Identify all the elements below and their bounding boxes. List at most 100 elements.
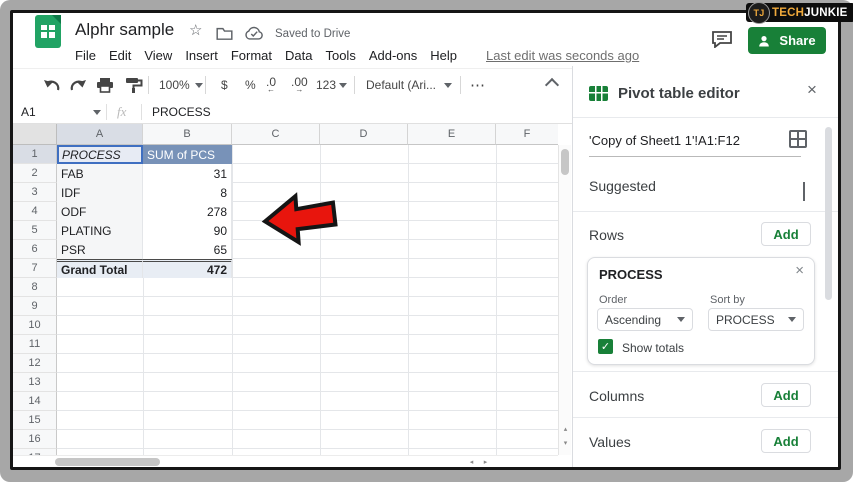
vertical-scrollbar-thumb[interactable] bbox=[561, 149, 569, 175]
row-header-5[interactable]: 5 bbox=[13, 221, 57, 240]
columns-add-button[interactable]: Add bbox=[761, 383, 811, 407]
formula-input[interactable]: PROCESS bbox=[152, 105, 211, 119]
google-sheets-icon[interactable] bbox=[35, 15, 61, 48]
panel-close-icon[interactable]: × bbox=[807, 80, 817, 100]
cell-B6[interactable]: 65 bbox=[143, 240, 232, 259]
panel-scrollbar-thumb[interactable] bbox=[825, 127, 832, 300]
cloud-saved-icon[interactable] bbox=[244, 26, 264, 41]
cell-A6[interactable]: PSR bbox=[57, 240, 143, 259]
cell-A1-selected[interactable]: PROCESS bbox=[57, 145, 143, 164]
sort-by-select[interactable]: PROCESS bbox=[708, 308, 804, 331]
row-header-1[interactable]: 1 bbox=[13, 145, 57, 164]
name-box[interactable]: A1 bbox=[21, 105, 36, 119]
cell-A2[interactable]: FAB bbox=[57, 164, 143, 183]
dropdown-arrow-icon bbox=[677, 317, 685, 322]
cell-A5[interactable]: PLATING bbox=[57, 221, 143, 240]
row-header-3[interactable]: 3 bbox=[13, 183, 57, 202]
row-header-15[interactable]: 15 bbox=[13, 411, 57, 430]
vertical-scrollbar[interactable]: ▴ ▾ bbox=[558, 145, 571, 455]
column-header-C[interactable]: C bbox=[232, 124, 320, 145]
select-range-icon[interactable] bbox=[789, 130, 807, 148]
suggested-section[interactable]: Suggested bbox=[589, 178, 656, 194]
row-header-8[interactable]: 8 bbox=[13, 278, 57, 297]
chevron-down-icon[interactable] bbox=[803, 182, 805, 200]
row-header-12[interactable]: 12 bbox=[13, 354, 57, 373]
row-header-4[interactable]: 4 bbox=[13, 202, 57, 221]
cell-B7-grand-total[interactable]: 472 bbox=[143, 259, 232, 278]
row-header-16[interactable]: 16 bbox=[13, 430, 57, 449]
cell-B4[interactable]: 278 bbox=[143, 202, 232, 221]
menu-insert[interactable]: Insert bbox=[185, 48, 218, 63]
redo-icon[interactable] bbox=[69, 69, 87, 101]
zoom-select[interactable]: 100% bbox=[159, 69, 203, 101]
share-label: Share bbox=[779, 33, 815, 48]
menu-format[interactable]: Format bbox=[231, 48, 272, 63]
cell-A3[interactable]: IDF bbox=[57, 183, 143, 202]
cell-B1[interactable]: SUM of PCS bbox=[143, 145, 232, 164]
row-header-2[interactable]: 2 bbox=[13, 164, 57, 183]
cell-B5[interactable]: 90 bbox=[143, 221, 232, 240]
percent-format-button[interactable]: % bbox=[245, 69, 256, 101]
row-header-10[interactable]: 10 bbox=[13, 316, 57, 335]
column-header-A[interactable]: A bbox=[57, 124, 143, 145]
order-select[interactable]: Ascending bbox=[597, 308, 693, 331]
values-add-button[interactable]: Add bbox=[761, 429, 811, 453]
dropdown-arrow-icon bbox=[339, 83, 347, 88]
horizontal-scrollbar-thumb[interactable] bbox=[55, 458, 160, 466]
menu-data[interactable]: Data bbox=[285, 48, 312, 63]
field-name: PROCESS bbox=[599, 267, 663, 282]
show-totals-checkbox[interactable]: ✓ bbox=[598, 339, 613, 354]
undo-icon[interactable] bbox=[43, 69, 61, 101]
remove-field-icon[interactable]: × bbox=[795, 262, 804, 279]
last-edit-link[interactable]: Last edit was seconds ago bbox=[486, 48, 639, 63]
scroll-right-icon[interactable]: ▸ bbox=[479, 457, 492, 467]
menu-edit[interactable]: Edit bbox=[109, 48, 131, 63]
increase-decimal-button[interactable]: .00→ bbox=[291, 69, 308, 101]
font-select[interactable]: Default (Ari... bbox=[366, 69, 452, 101]
menu-tools[interactable]: Tools bbox=[325, 48, 355, 63]
document-title[interactable]: Alphr sample bbox=[75, 20, 174, 40]
row-header-13[interactable]: 13 bbox=[13, 373, 57, 392]
data-range-input[interactable]: 'Copy of Sheet1 1'!A1:F12 bbox=[589, 133, 740, 148]
cell-A7-grand-total[interactable]: Grand Total bbox=[57, 259, 143, 278]
cell-B3[interactable]: 8 bbox=[143, 183, 232, 202]
scroll-up-icon[interactable]: ▴ bbox=[560, 423, 571, 435]
cell-A4[interactable]: ODF bbox=[57, 202, 143, 221]
menu-file[interactable]: File bbox=[75, 48, 96, 63]
order-value: Ascending bbox=[605, 313, 661, 327]
row-header-11[interactable]: 11 bbox=[13, 335, 57, 354]
select-all-corner[interactable] bbox=[13, 124, 57, 145]
grid-line bbox=[408, 145, 409, 455]
cell-B2[interactable]: 31 bbox=[143, 164, 232, 183]
column-header-F[interactable]: F bbox=[496, 124, 558, 145]
star-icon[interactable]: ☆ bbox=[189, 24, 202, 38]
currency-format-button[interactable]: $ bbox=[221, 69, 228, 101]
column-header-E[interactable]: E bbox=[408, 124, 496, 145]
more-toolbar-button[interactable]: ⋯ bbox=[470, 69, 486, 101]
comment-icon[interactable] bbox=[711, 30, 733, 48]
row-header-7[interactable]: 7 bbox=[13, 259, 57, 278]
row-header-14[interactable]: 14 bbox=[13, 392, 57, 411]
collapse-toolbar-icon[interactable] bbox=[547, 69, 557, 101]
rows-add-button[interactable]: Add bbox=[761, 222, 811, 246]
column-header-D[interactable]: D bbox=[320, 124, 408, 145]
move-folder-icon[interactable] bbox=[216, 27, 233, 40]
number-format-button[interactable]: 123 bbox=[316, 69, 347, 101]
divider bbox=[106, 104, 107, 120]
name-box-arrow-icon[interactable] bbox=[93, 110, 101, 115]
horizontal-scrollbar[interactable]: ◂ ▸ bbox=[13, 455, 558, 467]
paint-format-icon[interactable] bbox=[125, 69, 143, 101]
share-button[interactable]: Share bbox=[748, 27, 826, 54]
scroll-left-icon[interactable]: ◂ bbox=[465, 457, 478, 467]
scroll-down-icon[interactable]: ▾ bbox=[560, 437, 571, 449]
print-icon[interactable] bbox=[96, 69, 114, 101]
row-header-9[interactable]: 9 bbox=[13, 297, 57, 316]
row-header-6[interactable]: 6 bbox=[13, 240, 57, 259]
menu-addons[interactable]: Add-ons bbox=[369, 48, 417, 63]
menu-help[interactable]: Help bbox=[430, 48, 457, 63]
decrease-decimal-button[interactable]: .0← bbox=[266, 69, 276, 101]
font-name: Default (Ari... bbox=[366, 78, 436, 92]
column-header-B[interactable]: B bbox=[143, 124, 232, 145]
toolbar-divider bbox=[460, 76, 461, 94]
menu-view[interactable]: View bbox=[144, 48, 172, 63]
